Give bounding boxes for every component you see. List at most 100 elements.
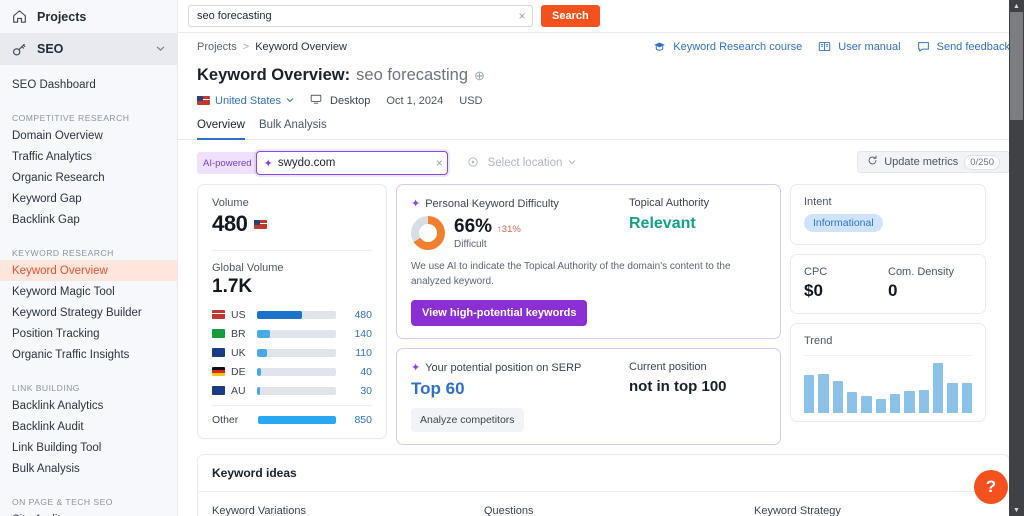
volume-bar-fill bbox=[257, 310, 302, 319]
sidebar-group-title: COMPETITIVE RESEARCH bbox=[12, 113, 130, 123]
sidebar-group-title: KEYWORD RESEARCH bbox=[12, 248, 114, 258]
global-volume-row: BR 140 bbox=[212, 324, 372, 343]
sidebar-item-organic-research[interactable]: Organic Research bbox=[0, 167, 177, 188]
volume-bar-fill bbox=[257, 367, 261, 376]
top-link-label: Keyword Research course bbox=[673, 41, 803, 53]
date-label: Oct 1, 2024 bbox=[386, 94, 444, 107]
sidebar-item-backlink-analytics[interactable]: Backlink Analytics bbox=[0, 395, 177, 416]
desktop-icon bbox=[310, 93, 325, 108]
sidebar-item-link-building-tool[interactable]: Link Building Tool bbox=[0, 437, 177, 458]
controls-row: AI-powered ✦ × Select location Update me… bbox=[178, 140, 1024, 175]
divider bbox=[212, 405, 372, 406]
sidebar-item-backlink-audit[interactable]: Backlink Audit bbox=[0, 416, 177, 437]
sidebar-item-position-tracking[interactable]: Position Tracking bbox=[0, 323, 177, 344]
sidebar-item-backlink-gap[interactable]: Backlink Gap bbox=[0, 209, 177, 230]
update-metrics-count: 0/250 bbox=[964, 154, 1000, 170]
intent-badge: Informational bbox=[804, 214, 883, 232]
topical-authority-title: Topical Authority bbox=[629, 197, 710, 209]
trend-bar bbox=[918, 389, 929, 413]
clear-domain-icon[interactable]: × bbox=[432, 156, 447, 170]
scroll-down-arrow-icon[interactable]: ▼ bbox=[1009, 504, 1024, 516]
help-button[interactable]: ? bbox=[974, 470, 1008, 504]
sidebar-item-organic-traffic-insights[interactable]: Organic Traffic Insights bbox=[0, 344, 177, 365]
sidebar-item-keyword-overview[interactable]: Keyword Overview bbox=[0, 260, 177, 281]
sidebar-item-label: Bulk Analysis bbox=[12, 462, 80, 475]
keyword-ideas-title: Keyword ideas bbox=[198, 455, 1009, 492]
column-keyword-variations[interactable]: Keyword Variations bbox=[212, 505, 484, 516]
device-selector[interactable]: Desktop bbox=[310, 93, 370, 108]
sidebar-item-keyword-gap[interactable]: Keyword Gap bbox=[0, 188, 177, 209]
pkd-value-line: 66% ↑31% bbox=[454, 216, 521, 238]
sidebar-item-bulk-analysis[interactable]: Bulk Analysis bbox=[0, 458, 177, 479]
volume-value-row: 480 bbox=[212, 211, 372, 237]
topical-authority-block: Topical Authority Relevant bbox=[629, 197, 709, 250]
sidebar-item-keyword-magic-tool[interactable]: Keyword Magic Tool bbox=[0, 281, 177, 302]
volume-label: Volume bbox=[212, 197, 249, 209]
personal-keyword-difficulty-card: ✦ Personal Keyword Difficulty 66% ↑31% D… bbox=[396, 184, 781, 339]
sidebar-item-keyword-strategy-builder[interactable]: Keyword Strategy Builder bbox=[0, 302, 177, 323]
user-manual-link[interactable]: User manual bbox=[818, 40, 901, 55]
search-button[interactable]: Search bbox=[541, 5, 600, 27]
page-scrollbar[interactable]: ▲ ▼ bbox=[1009, 0, 1024, 516]
search-bar: × Search bbox=[178, 0, 1024, 33]
send-feedback-link[interactable]: Send feedback bbox=[917, 40, 1010, 55]
serp-value: Top 60 bbox=[411, 379, 465, 398]
sidebar-item-label: Backlink Analytics bbox=[12, 399, 104, 412]
trend-bar-chart bbox=[804, 355, 972, 413]
tab-overview[interactable]: Overview bbox=[197, 119, 245, 140]
sparkle-icon: ✦ bbox=[411, 198, 421, 210]
sidebar-item-label: Keyword Overview bbox=[12, 264, 108, 277]
column-keyword-strategy[interactable]: Keyword Strategy bbox=[754, 505, 841, 516]
pkd-title-row: ✦ Personal Keyword Difficulty bbox=[411, 197, 629, 211]
location-select[interactable]: Select location bbox=[458, 151, 586, 175]
breadcrumb-row: Projects > Keyword Overview Keyword Rese… bbox=[178, 33, 1024, 61]
top-links: Keyword Research course User manual Send… bbox=[653, 40, 1010, 55]
breadcrumb-projects[interactable]: Projects bbox=[197, 41, 237, 53]
flag-us-icon bbox=[212, 310, 225, 319]
global-volume-row: DE 40 bbox=[212, 362, 372, 381]
clear-search-icon[interactable]: × bbox=[512, 9, 532, 23]
pkd-delta: ↑31% bbox=[497, 224, 521, 235]
column-questions[interactable]: Questions bbox=[484, 505, 754, 516]
scroll-up-arrow-icon[interactable]: ▲ bbox=[1009, 0, 1024, 12]
sidebar-item-traffic-analytics[interactable]: Traffic Analytics bbox=[0, 146, 177, 167]
tab-bulk-analysis[interactable]: Bulk Analysis bbox=[259, 119, 327, 140]
sidebar-item-projects[interactable]: Projects bbox=[0, 0, 177, 33]
sidebar-item-domain-overview[interactable]: Domain Overview bbox=[0, 125, 177, 146]
view-high-potential-keywords-button[interactable]: View high-potential keywords bbox=[411, 300, 588, 326]
global-volume-row: AU 30 bbox=[212, 381, 372, 400]
serp-title-row: ✦ Your potential position on SERP bbox=[411, 361, 629, 375]
sidebar-item-seo-dashboard[interactable]: SEO Dashboard bbox=[0, 74, 177, 95]
trend-bar bbox=[961, 383, 972, 413]
sparkle-icon: ✦ bbox=[411, 362, 421, 374]
sidebar-item-seo[interactable]: SEO bbox=[0, 33, 177, 65]
keyword-ideas-columns: Keyword Variations Questions Keyword Str… bbox=[198, 492, 1009, 516]
sidebar-item-site-audit[interactable]: Site Audit bbox=[0, 509, 177, 516]
volume-bar-fill bbox=[257, 386, 260, 395]
keyword-research-course-link[interactable]: Keyword Research course bbox=[653, 40, 802, 55]
country-selector[interactable]: United States bbox=[197, 95, 294, 107]
update-metrics-button[interactable]: Update metrics 0/250 bbox=[857, 151, 1010, 173]
sidebar-projects-label: Projects bbox=[37, 9, 87, 24]
other-bar-track bbox=[258, 415, 336, 424]
sidebar-item-label: Organic Traffic Insights bbox=[12, 348, 130, 361]
pkd-sublabel: Difficult bbox=[454, 239, 487, 250]
cpc-block: CPC $0 bbox=[804, 266, 888, 301]
serp-title: Your potential position on SERP bbox=[425, 361, 582, 374]
trend-bar bbox=[832, 381, 843, 413]
sidebar-item-label: Backlink Gap bbox=[12, 213, 80, 226]
global-volume-row: US 480 bbox=[212, 305, 372, 324]
sidebar-seo-label: SEO bbox=[37, 42, 64, 56]
sidebar-item-label: Domain Overview bbox=[12, 129, 103, 142]
search-input[interactable] bbox=[189, 10, 512, 22]
trend-bar bbox=[889, 393, 901, 413]
refresh-icon bbox=[867, 155, 878, 170]
add-keyword-icon[interactable]: ⊕ bbox=[474, 68, 485, 84]
cpc-density-row: CPC $0 Com. Density 0 bbox=[804, 266, 972, 301]
chevron-down-icon[interactable] bbox=[156, 42, 165, 56]
scrollbar-thumb[interactable] bbox=[1010, 12, 1023, 120]
domain-input[interactable] bbox=[277, 157, 432, 169]
analyze-competitors-button[interactable]: Analyze competitors bbox=[411, 408, 524, 432]
pkd-value-row: 66% ↑31% Difficult bbox=[411, 216, 629, 250]
country-code: AU bbox=[231, 384, 246, 397]
